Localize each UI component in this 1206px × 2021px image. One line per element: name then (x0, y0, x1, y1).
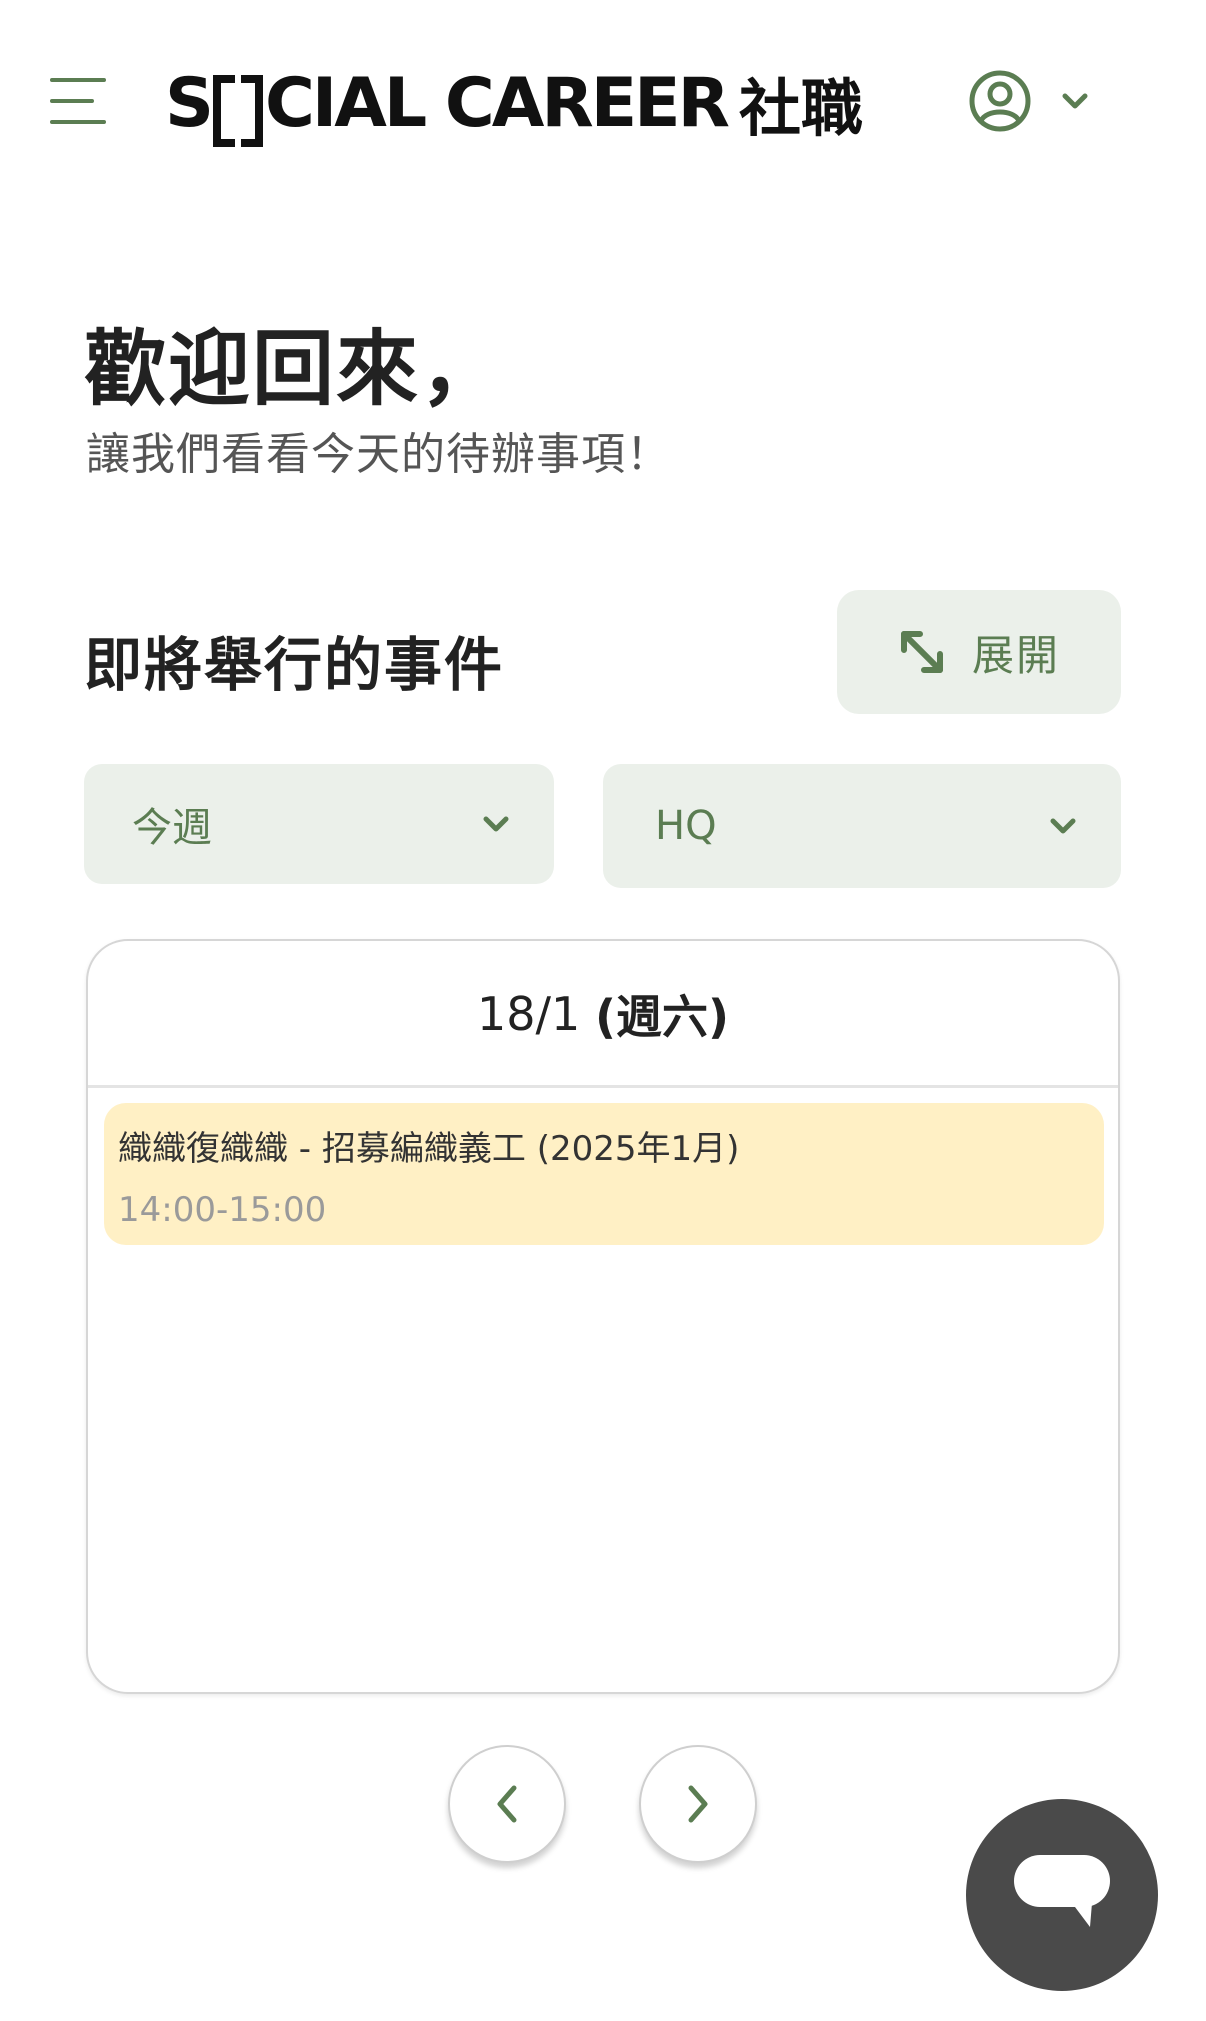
hamburger-menu-icon[interactable] (50, 76, 106, 126)
next-page-button[interactable] (639, 1745, 757, 1863)
calendar-date-number: 18/1 (477, 987, 581, 1041)
user-account-menu[interactable] (968, 68, 1094, 134)
chevron-left-icon (497, 1785, 517, 1823)
period-select-value: 今週 (132, 805, 212, 851)
app-header: S CIAL CAREER 社職 (0, 0, 1206, 200)
chevron-down-icon (483, 816, 509, 832)
divider (88, 1085, 1118, 1088)
chevron-down-icon (1062, 93, 1088, 109)
location-select-value: HQ (655, 803, 717, 849)
logo-bracket-o (212, 75, 263, 147)
chevron-right-icon (688, 1785, 708, 1823)
welcome-title: 歡迎回來， (84, 322, 505, 417)
calendar-date-weekday: (週六) (594, 990, 729, 1044)
expand-button-label: 展開 (971, 630, 1060, 680)
chevron-down-icon (1050, 818, 1076, 834)
welcome-subtitle: 讓我們看看今天的待辦事項！ (86, 429, 671, 480)
upcoming-events-title: 即將舉行的事件 (84, 631, 505, 699)
chat-support-button[interactable] (966, 1799, 1158, 1991)
expand-button[interactable]: 展開 (837, 590, 1121, 714)
logo-prefix: S (165, 63, 214, 143)
chat-bubble-icon (1014, 1855, 1110, 1927)
period-select[interactable]: 今週 (84, 764, 554, 884)
event-item[interactable]: 織織復織織 - 招募編織義工 (2025年1月) 14:00-15:00 (104, 1103, 1104, 1245)
user-circle-icon (969, 70, 1031, 132)
event-time: 14:00-15:00 (118, 1190, 327, 1230)
logo-cjk: 社職 (738, 72, 863, 145)
previous-page-button[interactable] (448, 1745, 566, 1863)
calendar-date-header: 18/1 (週六) (88, 941, 1118, 1087)
expand-arrows-icon (900, 631, 943, 673)
event-title: 織織復織織 - 招募編織義工 (2025年1月) (118, 1129, 740, 1169)
dashboard-page: S CIAL CAREER 社職 歡迎回來， 讓我們看看今天的待辦事項！ 即將舉… (0, 0, 1206, 2021)
app-logo[interactable]: S CIAL CAREER 社職 (165, 58, 863, 148)
events-calendar-card: 18/1 (週六) 織織復織織 - 招募編織義工 (2025年1月) 14:00… (86, 939, 1120, 1694)
logo-suffix: CIAL CAREER (264, 63, 730, 143)
location-select[interactable]: HQ (603, 764, 1121, 888)
